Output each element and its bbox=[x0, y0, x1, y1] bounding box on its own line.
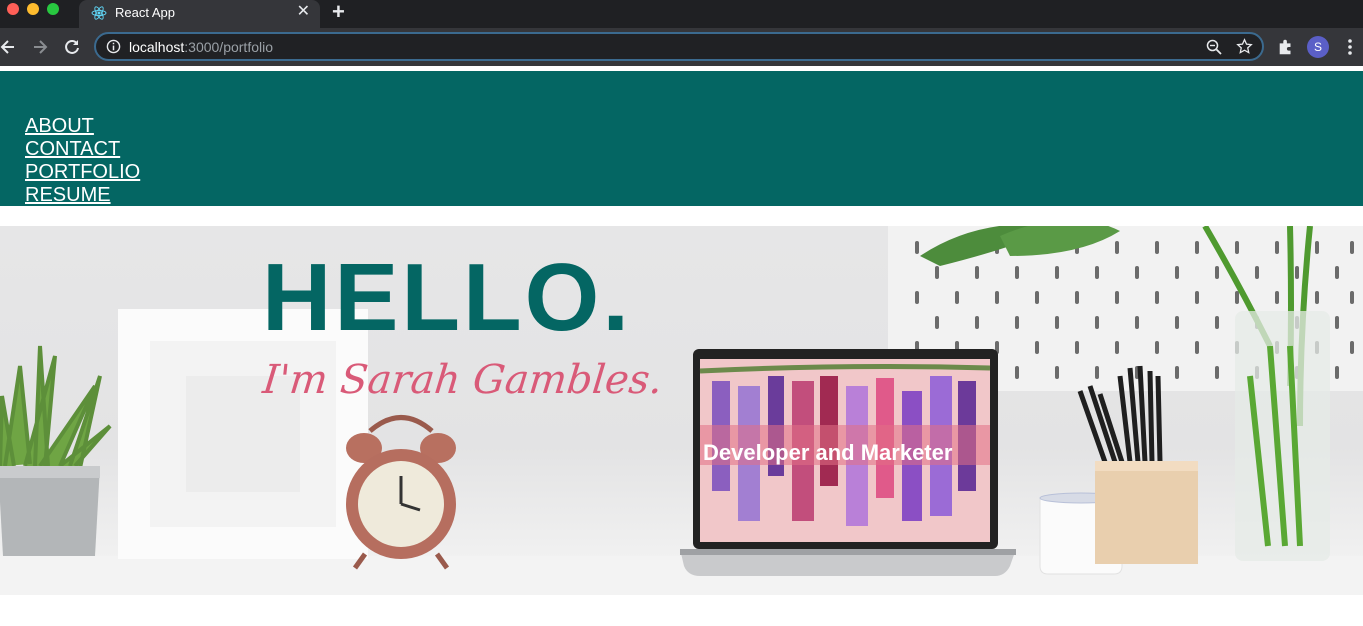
profile-avatar[interactable]: S bbox=[1307, 36, 1329, 58]
nav-link-portfolio[interactable]: PORTFOLIO bbox=[25, 161, 140, 183]
address-bar[interactable]: localhost:3000/portfolio bbox=[94, 32, 1264, 61]
bookmark-star-icon[interactable] bbox=[1236, 38, 1253, 55]
nav-link-resume[interactable]: RESUME bbox=[25, 184, 111, 206]
minimize-window-button[interactable] bbox=[27, 3, 39, 15]
hero-tagline: I'm Sarah Gambles. bbox=[260, 357, 665, 403]
browser-toolbar: localhost:3000/portfolio S bbox=[0, 28, 1363, 66]
forward-arrow-icon[interactable] bbox=[30, 37, 50, 57]
back-arrow-icon[interactable] bbox=[0, 37, 18, 57]
site-header: ABOUT CONTACT PORTFOLIO RESUME bbox=[0, 71, 1363, 206]
close-tab-icon[interactable]: ✕ bbox=[297, 3, 310, 21]
url-text: localhost:3000/portfolio bbox=[129, 39, 273, 55]
nav-link-contact[interactable]: CONTACT bbox=[25, 138, 120, 160]
browser-tab-strip: React App ✕ + bbox=[0, 0, 1363, 28]
new-tab-icon[interactable]: + bbox=[332, 1, 345, 23]
browser-tab[interactable]: React App ✕ bbox=[79, 0, 320, 28]
site-nav: ABOUT CONTACT PORTFOLIO RESUME bbox=[25, 115, 140, 207]
tab-title: React App bbox=[115, 5, 175, 20]
more-menu-icon[interactable] bbox=[1342, 37, 1358, 57]
zoom-icon[interactable] bbox=[1206, 39, 1222, 55]
hero-heading: HELLO. bbox=[262, 244, 632, 351]
reload-icon[interactable] bbox=[62, 37, 82, 57]
page-content: ABOUT CONTACT PORTFOLIO RESUME HELLO. I'… bbox=[0, 66, 1363, 626]
hero-illustration bbox=[0, 226, 1363, 595]
close-window-button[interactable] bbox=[7, 3, 19, 15]
pencil-holder bbox=[1077, 365, 1198, 564]
maximize-window-button[interactable] bbox=[47, 3, 59, 15]
react-icon bbox=[91, 6, 107, 20]
extensions-puzzle-icon[interactable] bbox=[1277, 38, 1295, 56]
nav-link-about[interactable]: ABOUT bbox=[25, 115, 94, 137]
laptop-caption: Developer and Marketer bbox=[703, 440, 953, 465]
hero-banner: HELLO. I'm Sarah Gambles. Developer and … bbox=[0, 226, 1363, 595]
potted-plant bbox=[0, 345, 112, 556]
info-icon[interactable] bbox=[106, 39, 121, 54]
